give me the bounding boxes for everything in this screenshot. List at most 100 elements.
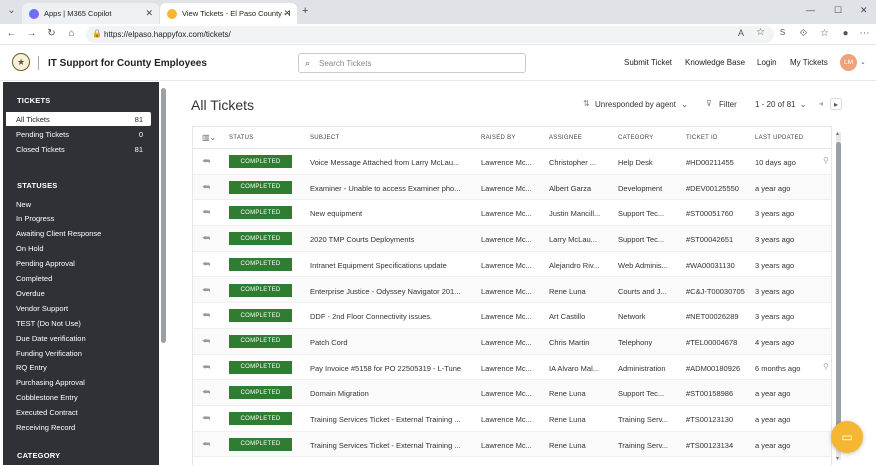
sidebar-item-status[interactable]: On Hold <box>6 242 151 256</box>
chat-button[interactable]: ▭ <box>831 421 863 453</box>
sidebar-item-closed-tickets[interactable]: Closed Tickets 81 <box>6 142 151 156</box>
table-row[interactable]: ⮪ COMPLETED Domain Migration Lawrence Mc...… <box>193 380 831 406</box>
scroll-down-icon[interactable]: ▾ <box>836 455 839 462</box>
sidebar-item-status[interactable]: Executed Contract <box>6 406 151 420</box>
cell-subject[interactable]: Intranet Equipment Specifications update <box>310 261 475 270</box>
search-input[interactable]: ⌕ Search Tickets <box>298 53 526 73</box>
login-link[interactable]: Login <box>757 58 777 67</box>
column-settings-icon[interactable]: ▥⌄ <box>202 133 216 142</box>
minimize-icon[interactable]: — <box>806 5 815 15</box>
home-icon[interactable]: ⌂ <box>65 28 78 39</box>
my-tickets-link[interactable]: My Tickets <box>790 58 828 67</box>
column-header-subject[interactable]: SUBJECT <box>310 135 339 141</box>
site-info-icon[interactable]: 🔒 <box>92 29 102 38</box>
scroll-up-icon[interactable]: ▴ <box>836 130 839 137</box>
county-seal-logo[interactable]: ★ <box>12 53 30 71</box>
table-row[interactable]: ⮪ COMPLETED Voice Message Attached from La… <box>193 149 831 175</box>
favorites-icon[interactable]: ☆ <box>818 28 831 39</box>
column-header-category[interactable]: CATEGORY <box>618 135 654 141</box>
column-header-raised-by[interactable]: RAISED BY <box>481 135 516 141</box>
sidebar-scrollbar[interactable] <box>161 88 166 343</box>
reply-icon[interactable]: ⮪ <box>202 387 210 398</box>
close-tab-icon[interactable]: ✕ <box>145 8 153 19</box>
reply-icon[interactable]: ⮪ <box>202 182 210 193</box>
cell-subject[interactable]: New equipment <box>310 209 475 218</box>
url-field[interactable]: 🔒 https://elpaso.happyfox.com/tickets/ A… <box>86 26 774 43</box>
sidebar-item-status[interactable]: Overdue <box>6 286 151 300</box>
reply-icon[interactable]: ⮪ <box>202 439 210 450</box>
profile-icon[interactable]: ● <box>839 28 852 39</box>
table-row[interactable]: ⮪ COMPLETED DDF - 2nd Floor Connectivity i… <box>193 303 831 329</box>
cell-subject[interactable]: Training Services Ticket - External Trai… <box>310 441 475 450</box>
sidebar-item-status[interactable]: Awaiting Client Response <box>6 227 151 241</box>
browser-tab-copilot[interactable]: Apps | M365 Copilot ✕ <box>22 3 159 24</box>
pagination-dropdown[interactable]: 1 - 20 of 81 ⌄ <box>755 100 806 109</box>
table-row[interactable]: ⮪ COMPLETED Training Services Ticket - Ext… <box>193 431 831 458</box>
new-tab-button[interactable]: + <box>302 5 308 17</box>
reload-icon[interactable]: ↻ <box>45 28 58 39</box>
favorite-star-icon[interactable]: ☆ <box>756 27 765 38</box>
cell-subject[interactable]: DDF - 2nd Floor Connectivity issues. <box>310 312 475 321</box>
cell-subject[interactable]: 2020 TMP Courts Deployments <box>310 235 475 244</box>
cell-subject[interactable]: Examiner - Unable to access Examiner pho… <box>310 184 475 193</box>
column-header-ticket-id[interactable]: TICKET ID <box>686 135 718 141</box>
back-icon[interactable]: ← <box>5 28 18 39</box>
table-row[interactable]: ⮪ COMPLETED Training Services Ticket - Ext… <box>193 406 831 432</box>
table-scrollbar-thumb[interactable] <box>836 142 841 442</box>
table-row[interactable]: ⮪ COMPLETED Intranet Equipment Specificati… <box>193 251 831 278</box>
reply-icon[interactable]: ⮪ <box>202 336 210 347</box>
sidebar-item-status[interactable]: In Progress <box>6 212 151 226</box>
reply-icon[interactable]: ⮪ <box>202 156 210 167</box>
extensions-icon[interactable]: ⟐ <box>797 28 810 39</box>
sidebar-item-status[interactable]: Receiving Record <box>6 421 151 435</box>
cell-subject[interactable]: Voice Message Attached from Larry McLau.… <box>310 158 475 167</box>
sidebar-item-all-tickets[interactable]: All Tickets 81 <box>6 112 151 126</box>
sidebar-item-status[interactable]: Due Date verification <box>6 331 151 345</box>
reply-icon[interactable]: ⮪ <box>202 233 210 244</box>
sidebar-item-pending-tickets[interactable]: Pending Tickets 0 <box>6 127 151 141</box>
sidebar-item-status[interactable]: New <box>6 197 151 211</box>
cell-subject[interactable]: Pay Invoice #5158 for PO 22505319 - L-Tu… <box>310 364 475 373</box>
reply-icon[interactable]: ⮪ <box>202 362 210 373</box>
table-row[interactable]: ⮪ COMPLETED Enterprise Justice - Odyssey N… <box>193 277 831 304</box>
knowledge-base-link[interactable]: Knowledge Base <box>685 58 745 67</box>
site-title[interactable]: IT Support for County Employees <box>48 58 207 69</box>
maximize-icon[interactable]: ☐ <box>834 5 842 16</box>
tab-list-icon[interactable]: ⌄ <box>5 5 18 16</box>
sidebar-item-status[interactable]: Funding Verification <box>6 346 151 360</box>
reply-icon[interactable]: ⮪ <box>202 259 210 270</box>
cell-subject[interactable]: Enterprise Justice - Odyssey Navigator 2… <box>310 287 475 296</box>
avatar[interactable]: LM <box>840 54 857 71</box>
cell-subject[interactable]: Domain Migration <box>310 389 475 398</box>
sidebar-item-status[interactable]: RQ Entry <box>6 361 151 375</box>
reply-icon[interactable]: ⮪ <box>202 413 210 424</box>
column-header-assignee[interactable]: ASSIGNEE <box>549 135 582 141</box>
sidebar-item-status[interactable]: Vendor Support <box>6 301 151 315</box>
column-header-last-updated[interactable]: LAST UPDATED <box>755 135 803 141</box>
forward-icon[interactable]: → <box>25 28 38 39</box>
table-row[interactable]: ⮪ COMPLETED New equipment Lawrence Mc... Jus… <box>193 200 831 227</box>
column-header-status[interactable]: STATUS <box>229 135 254 141</box>
filter-button[interactable]: Filter <box>719 100 737 109</box>
reply-icon[interactable]: ⮪ <box>202 310 210 321</box>
sidebar-item-status[interactable]: Pending Approval <box>6 257 151 271</box>
more-menu-icon[interactable]: ⋯ <box>858 28 871 39</box>
extension-s-icon[interactable]: S <box>776 28 789 37</box>
sidebar-item-status[interactable]: Cobblestone Entry <box>6 391 151 405</box>
reply-icon[interactable]: ⮪ <box>202 207 210 218</box>
cell-subject[interactable]: Patch Cord <box>310 338 475 347</box>
reply-icon[interactable]: ⮪ <box>202 285 210 296</box>
sidebar-item-status[interactable]: Completed <box>6 272 151 286</box>
submit-ticket-link[interactable]: Submit Ticket <box>624 58 672 67</box>
cell-subject[interactable]: Training Services Ticket - External Trai… <box>310 415 475 424</box>
previous-page-icon[interactable]: ◂ <box>815 98 827 110</box>
table-row[interactable]: ⮪ COMPLETED 2020 TMP Courts Deployments Law… <box>193 226 831 252</box>
table-row[interactable]: ⮪ COMPLETED Examiner - Unable to access Ex… <box>193 174 831 201</box>
close-tab-icon[interactable]: ✕ <box>283 8 291 19</box>
read-aloud-icon[interactable]: A <box>738 28 744 38</box>
next-page-icon[interactable]: ▸ <box>830 98 842 110</box>
sidebar-item-status[interactable]: Purchasing Approval <box>6 376 151 390</box>
sort-dropdown[interactable]: Unresponded by agent ⌄ <box>595 100 688 109</box>
close-window-icon[interactable]: ✕ <box>860 5 868 16</box>
table-row[interactable]: ⮪ COMPLETED Patch Cord Lawrence Mc... Chris … <box>193 328 831 355</box>
